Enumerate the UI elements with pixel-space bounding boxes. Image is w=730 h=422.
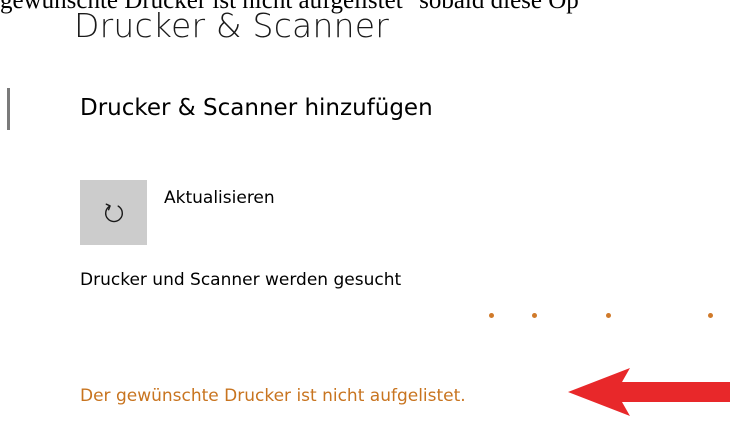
page-title: Drucker & Scanner bbox=[74, 6, 389, 45]
red-arrow-annotation bbox=[568, 368, 730, 416]
progress-dot bbox=[606, 313, 611, 318]
printer-not-listed-link[interactable]: Der gewünschte Drucker ist nicht aufgeli… bbox=[80, 384, 466, 408]
progress-dot bbox=[532, 313, 537, 318]
refresh-label[interactable]: Aktualisieren bbox=[164, 186, 275, 210]
search-status-text: Drucker und Scanner werden gesucht bbox=[80, 270, 402, 290]
progress-dot bbox=[489, 313, 494, 318]
refresh-button[interactable] bbox=[80, 180, 147, 245]
refresh-icon bbox=[104, 203, 123, 222]
add-printer-scanner-button[interactable]: Drucker & Scanner hinzufügen bbox=[80, 92, 433, 124]
progress-dot bbox=[708, 313, 713, 318]
focus-indicator bbox=[7, 88, 10, 130]
